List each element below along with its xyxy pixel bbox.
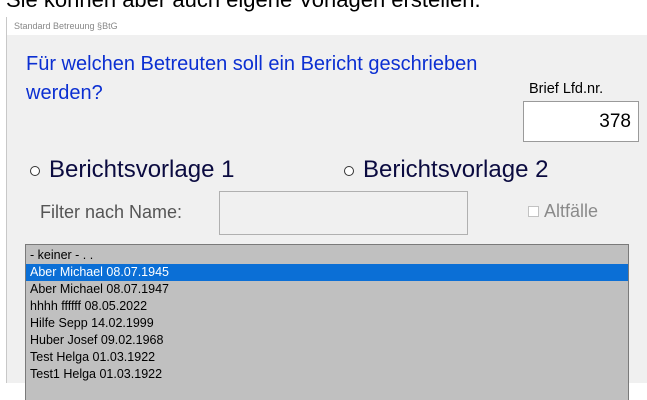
list-item-selected[interactable]: Aber Michael 08.07.1945 (26, 264, 628, 281)
list-item[interactable]: Huber Josef 09.02.1968 (26, 332, 628, 349)
window-title: Standard Betreuung §BtG (7, 17, 647, 35)
radio-berichtsvorlage-2[interactable]: Berichtsvorlage 2 (344, 156, 548, 184)
betreute-list[interactable]: - keiner - . . Aber Michael 08.07.1945 A… (25, 244, 629, 400)
radio-label: Berichtsvorlage 1 (49, 156, 235, 183)
list-item[interactable]: Test1 Helga 01.03.1922 (26, 366, 628, 383)
top-caption-text: Sie können aber auch eigene Vorlagen ers… (6, 0, 481, 13)
altfaelle-checkbox[interactable]: Altfälle (528, 201, 598, 222)
dialog-window: Standard Betreuung §BtG Für welchen Betr… (6, 17, 647, 400)
filter-label: Filter nach Name: (40, 202, 183, 222)
list-item[interactable]: Hilfe Sepp 14.02.1999 (26, 315, 628, 332)
radio-circle-icon (30, 166, 40, 176)
radio-label: Berichtsvorlage 2 (363, 156, 549, 183)
list-item[interactable]: Aber Michael 08.07.1947 (26, 281, 628, 298)
checkbox-icon (528, 206, 539, 217)
radio-circle-icon (344, 166, 354, 176)
list-item[interactable]: - keiner - . . (26, 247, 628, 264)
filter-name-input[interactable] (219, 191, 468, 235)
brief-number-label: Brief Lfd.nr. (529, 81, 604, 97)
altfaelle-label: Altfälle (544, 201, 599, 221)
list-item[interactable]: Test Helga 01.03.1922 (26, 349, 628, 366)
brief-number-field[interactable]: 378 (523, 101, 639, 142)
question-heading: Für welchen Betreuten soll ein Bericht g… (26, 53, 478, 104)
radio-berichtsvorlage-1[interactable]: Berichtsvorlage 1 (30, 156, 234, 184)
list-item[interactable]: hhhh ffffff 08.05.2022 (26, 298, 628, 315)
